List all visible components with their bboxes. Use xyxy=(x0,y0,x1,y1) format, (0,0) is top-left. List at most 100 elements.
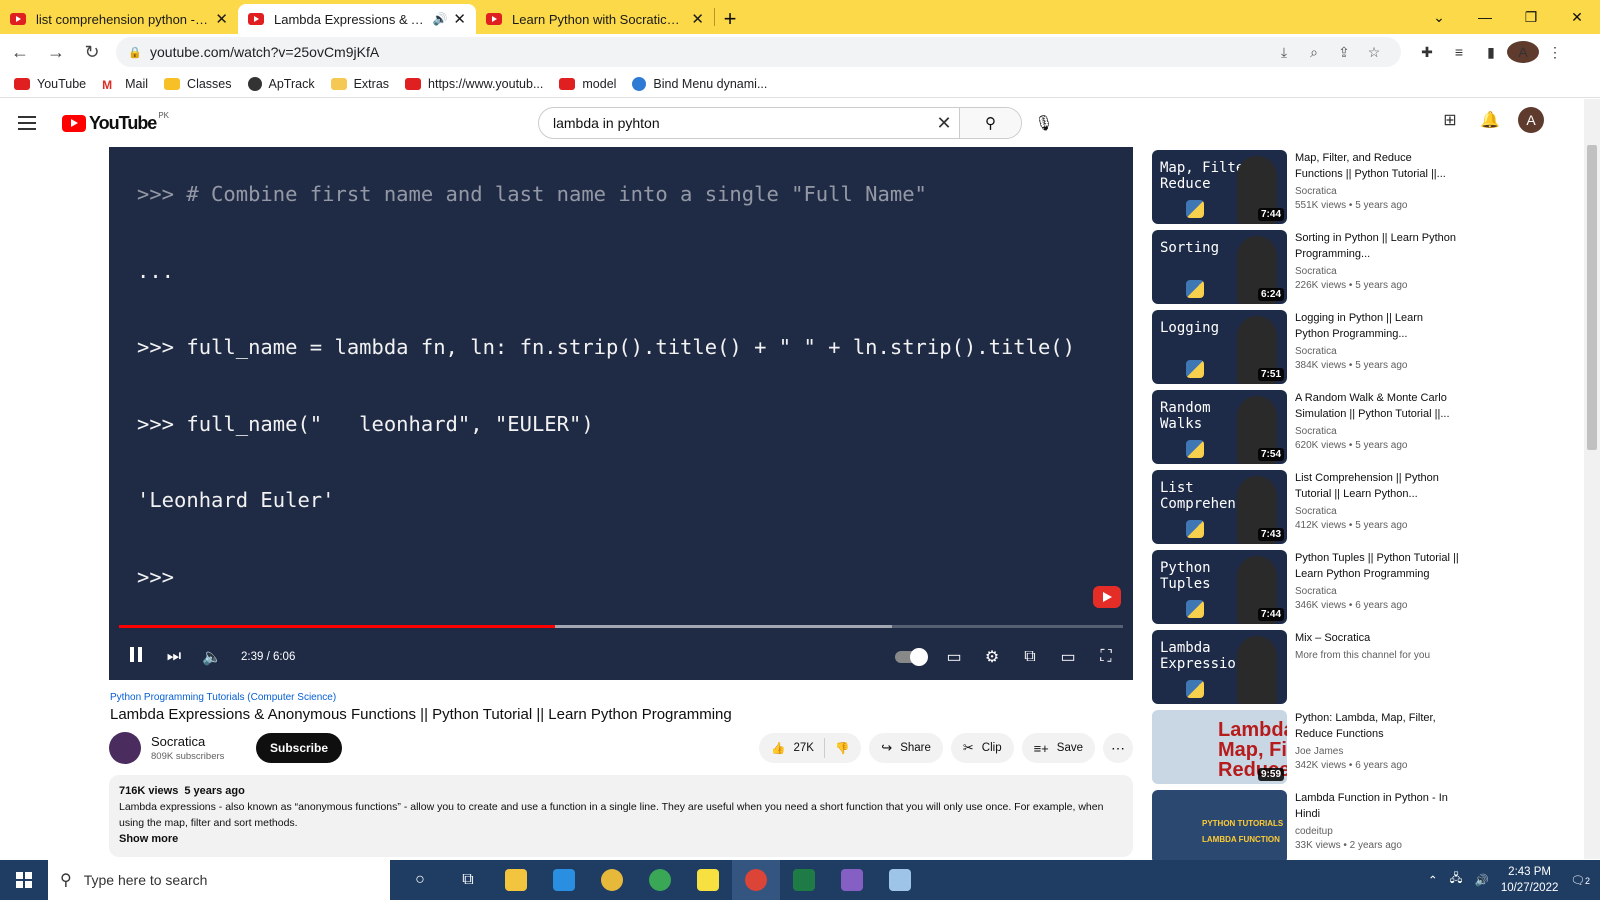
recommendation-card[interactable]: List Comprehension 7:43 List Comprehension… xyxy=(1152,470,1462,550)
taskbar-search[interactable]: ⚲ Type here to search xyxy=(48,860,390,900)
video-thumbnail[interactable]: Random Walks 7:54 xyxy=(1152,390,1287,464)
recommendation-card[interactable]: Lambda Expressions Mix – Socratica More fr… xyxy=(1152,630,1462,710)
side-panel-icon[interactable]: ▮ xyxy=(1475,44,1507,61)
recommendation-channel[interactable]: Socratica xyxy=(1295,346,1460,357)
scrollbar-thumb[interactable] xyxy=(1587,145,1597,450)
microphone-icon[interactable]: 🎙 xyxy=(1030,109,1058,137)
speaker-icon[interactable]: 🔊 xyxy=(432,12,447,26)
recommendation-card[interactable]: Python Tuples 7:44 Python Tuples || Python… xyxy=(1152,550,1462,630)
progress-bar[interactable] xyxy=(119,625,1123,628)
captions-icon[interactable]: ▭ xyxy=(935,647,973,667)
close-window-icon[interactable]: ✕ xyxy=(1554,0,1600,34)
channel-name[interactable]: Socratica xyxy=(151,734,246,749)
recommendation-title[interactable]: List Comprehension || Python Tutorial ||… xyxy=(1295,470,1460,502)
recommendation-card[interactable]: Logging 7:51 Logging in Python || Learn Py… xyxy=(1152,310,1462,390)
recommendation-channel[interactable]: codeitup xyxy=(1295,826,1460,837)
recommendation-title[interactable]: Lambda Function in Python - In Hindi xyxy=(1295,790,1460,822)
search-box[interactable]: lambda in pyhton ✕ ⚲ xyxy=(538,107,1022,139)
notification-center-icon[interactable]: 🗨2 xyxy=(1570,873,1590,887)
video-thumbnail[interactable]: Logging 7:51 xyxy=(1152,310,1287,384)
bookmark-youtube-url[interactable]: https://www.youtub... xyxy=(405,77,543,91)
minimize-icon[interactable]: — xyxy=(1462,0,1508,34)
next-icon[interactable]: ⏭ xyxy=(155,648,193,666)
description-box[interactable]: 716K views 5 years ago Lambda expressions… xyxy=(109,775,1133,857)
recommendation-channel[interactable]: Socratica xyxy=(1295,586,1460,597)
address-bar[interactable]: 🔒 youtube.com/watch?v=25ovCm9jKfA ⤓ ⌕ ⇪ … xyxy=(116,37,1401,67)
video-player[interactable]: >>> # Combine first name and last name i… xyxy=(109,147,1133,680)
profile-avatar[interactable]: A xyxy=(1507,41,1539,63)
video-thumbnail[interactable]: Lambda Expressions xyxy=(1152,630,1287,704)
recommendation-channel[interactable]: Socratica xyxy=(1295,426,1460,437)
file-explorer-icon[interactable] xyxy=(492,860,540,900)
show-more-button[interactable]: Show more xyxy=(119,831,1123,847)
bookmark-extras[interactable]: Extras xyxy=(330,77,389,91)
youtube-logo[interactable]: YouTube PK xyxy=(62,111,169,134)
volume-icon[interactable]: 🔊 xyxy=(1474,873,1488,887)
forward-arrow-icon[interactable]: → xyxy=(40,36,72,68)
miniplayer-icon[interactable]: ⧉ xyxy=(1011,648,1049,666)
video-category-link[interactable]: Python Programming Tutorials (Computer S… xyxy=(110,692,336,703)
video-thumbnail[interactable]: Python Tuples 7:44 xyxy=(1152,550,1287,624)
close-tab-icon[interactable]: ✕ xyxy=(691,10,704,28)
menu-kebab-icon[interactable]: ⋮ xyxy=(1539,44,1571,61)
bookmark-youtube[interactable]: YouTube xyxy=(14,77,86,91)
recommendation-channel[interactable]: Socratica xyxy=(1295,186,1460,197)
like-button[interactable]: 👍 27K xyxy=(759,738,825,758)
recommendation-title[interactable]: Logging in Python || Learn Python Progra… xyxy=(1295,310,1460,342)
clip-button[interactable]: ✂ Clip xyxy=(950,733,1014,763)
vscode-icon[interactable] xyxy=(540,860,588,900)
recommendation-card[interactable]: Map, Filter, Reduce 7:44 Map, Filter, and … xyxy=(1152,150,1462,230)
back-arrow-icon[interactable]: ← xyxy=(4,36,36,68)
browser-tab-3[interactable]: Learn Python with Socratica || Python ✕ xyxy=(476,4,714,34)
close-tab-icon[interactable]: ✕ xyxy=(453,10,466,28)
bookmark-bind-menu[interactable]: Bind Menu dynami... xyxy=(632,76,767,91)
lock-icon[interactable]: 🔒 xyxy=(128,46,142,59)
recommendation-title[interactable]: Python Tuples || Python Tutorial || Lear… xyxy=(1295,550,1460,582)
tab-search-icon[interactable]: ⌄ xyxy=(1416,0,1462,34)
video-thumbnail[interactable]: List Comprehension 7:43 xyxy=(1152,470,1287,544)
install-icon[interactable]: ⤓ xyxy=(1269,44,1299,61)
network-icon[interactable]: 🖧 xyxy=(1450,871,1463,890)
bookmark-mail[interactable]: M Mail xyxy=(102,77,148,92)
account-avatar[interactable]: A xyxy=(1518,107,1544,133)
chrome-icon[interactable] xyxy=(636,860,684,900)
browser-tab-2[interactable]: Lambda Expressions & Anonymous Functions… xyxy=(238,4,476,34)
recommendation-card[interactable]: PYTHON TUTORIALS LAMBDA FUNCTION Lambda F… xyxy=(1152,790,1462,870)
recommendation-title[interactable]: A Random Walk & Monte Carlo Simulation |… xyxy=(1295,390,1460,422)
bookmark-classes[interactable]: Classes xyxy=(164,77,232,91)
recommendation-channel[interactable]: Socratica xyxy=(1295,266,1460,277)
dislike-button[interactable]: 👎 xyxy=(825,741,861,755)
create-video-icon[interactable]: ⊞ xyxy=(1438,110,1462,130)
hamburger-menu-icon[interactable] xyxy=(18,116,42,130)
visual-studio-icon[interactable] xyxy=(828,860,876,900)
restore-icon[interactable]: ❐ xyxy=(1508,0,1554,34)
recommendation-card[interactable]: Lambda Map, Filter Reduce9:59Python: Lam… xyxy=(1152,710,1462,790)
reload-icon[interactable]: ↻ xyxy=(76,36,108,68)
recommendation-title[interactable]: Map, Filter, and Reduce Functions || Pyt… xyxy=(1295,150,1460,182)
bookmark-star-icon[interactable]: ☆ xyxy=(1359,44,1389,61)
search-icon[interactable]: ⚲ xyxy=(959,108,1021,138)
app-icon[interactable] xyxy=(876,860,924,900)
clock[interactable]: 2:43 PM 10/27/2022 xyxy=(1501,864,1559,896)
video-thumbnail[interactable]: Lambda Map, Filter Reduce9:59 xyxy=(1152,710,1287,784)
chrome-icon[interactable] xyxy=(588,860,636,900)
volume-icon[interactable]: 🔈 xyxy=(193,647,231,667)
cortana-icon[interactable]: ○ xyxy=(396,860,444,900)
video-thumbnail[interactable]: Map, Filter, Reduce 7:44 xyxy=(1152,150,1287,224)
clear-search-icon[interactable]: ✕ xyxy=(929,113,959,134)
save-button[interactable]: ≡+ Save xyxy=(1021,733,1095,763)
theater-mode-icon[interactable]: ▭ xyxy=(1049,647,1087,667)
recommendation-title[interactable]: Mix – Socratica xyxy=(1295,630,1460,646)
task-view-icon[interactable]: ⧉ xyxy=(444,860,492,900)
recommendation-title[interactable]: Sorting in Python || Learn Python Progra… xyxy=(1295,230,1460,262)
new-tab-button[interactable]: + xyxy=(715,4,745,34)
chrome-active-icon[interactable] xyxy=(732,860,780,900)
search-input[interactable]: lambda in pyhton xyxy=(539,115,929,131)
bookmark-aptrack[interactable]: ApTrack xyxy=(247,76,315,91)
browser-tab-1[interactable]: list comprehension python - YouTube ✕ xyxy=(0,4,238,34)
channel-avatar[interactable] xyxy=(109,732,141,764)
subscribe-button[interactable]: Subscribe xyxy=(256,733,343,763)
recommendation-card[interactable]: Sorting 6:24 Sorting in Python || Learn Py… xyxy=(1152,230,1462,310)
windows-start-icon[interactable] xyxy=(0,860,48,900)
bookmark-model[interactable]: model xyxy=(559,77,616,91)
